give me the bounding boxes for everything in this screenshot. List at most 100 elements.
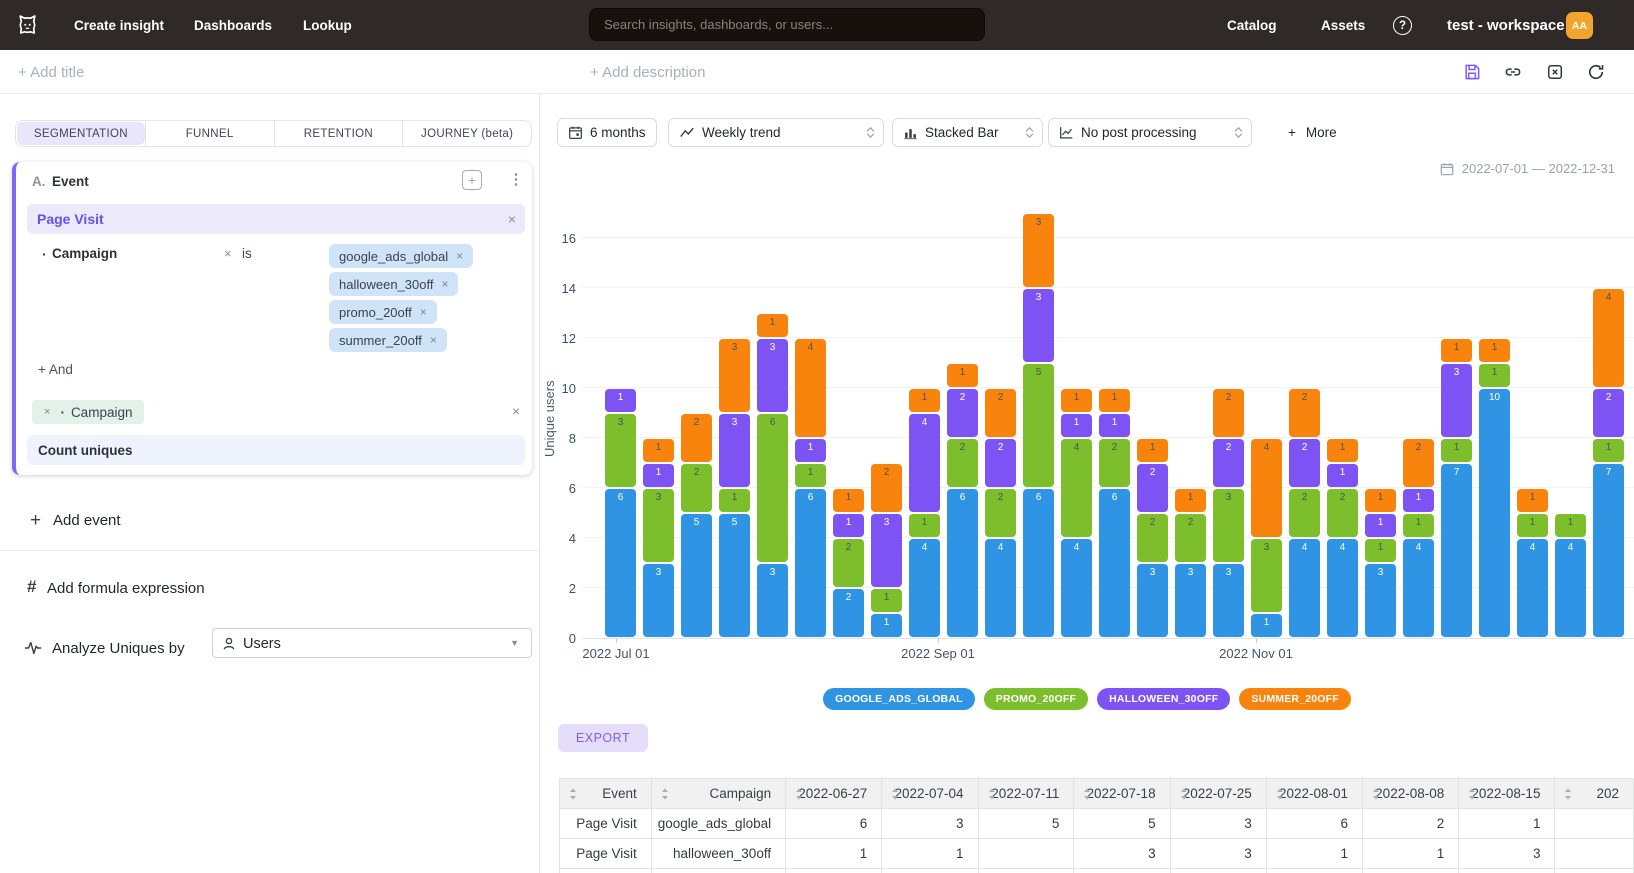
legend-pill[interactable]: SUMMER_20OFF [1239,688,1351,710]
help-icon[interactable]: ? [1393,16,1412,35]
filter-value-chip[interactable]: promo_20off× [329,300,437,324]
filter-property[interactable]: Campaign [52,246,117,261]
tab-retention[interactable]: RETENTION [275,121,404,146]
bar-segment[interactable]: 1 [719,489,750,512]
bar-segment[interactable]: 3 [1441,364,1472,437]
chip-remove-icon[interactable]: × [430,333,437,347]
close-square-icon[interactable] [1545,62,1565,82]
bar-segment[interactable]: 2 [681,414,712,462]
aggregation-selector[interactable]: Count uniques [27,435,525,465]
filter-value-chip[interactable]: google_ads_global× [329,244,473,268]
bar-segment[interactable]: 10 [1479,389,1510,637]
add-event-plus-icon[interactable]: + [30,510,41,532]
nav-assets[interactable]: Assets [1321,0,1365,50]
bar-segment[interactable]: 1 [1517,514,1548,537]
workspace-menu[interactable]: test - workspace [1447,0,1565,50]
add-formula-button[interactable]: Add formula expression [47,580,205,597]
bar-segment[interactable]: 2 [1175,514,1206,562]
bar-segment[interactable]: 1 [1251,614,1282,637]
bar-segment[interactable]: 1 [1365,539,1396,562]
bar-segment[interactable]: 1 [643,464,674,487]
bar-segment[interactable]: 4 [909,539,940,637]
bar-segment[interactable]: 1 [795,439,826,462]
chip-remove-icon[interactable]: × [441,277,448,291]
bar-segment[interactable]: 1 [1327,439,1358,462]
analyze-by-dropdown[interactable]: Users ▼ [212,628,532,658]
bar-segment[interactable]: 2 [985,489,1016,537]
add-filter-icon[interactable]: + [462,170,482,190]
bar-segment[interactable]: 1 [1441,439,1472,462]
tab-segmentation[interactable]: SEGMENTATION [17,122,145,145]
bar-segment[interactable]: 4 [1555,539,1586,637]
bar-segment[interactable]: 1 [1479,339,1510,362]
tab-journey[interactable]: JOURNEY (beta) [403,121,531,146]
bar-segment[interactable]: 1 [1403,514,1434,537]
chart-type-select[interactable]: Stacked Bar [892,118,1043,147]
bar-segment[interactable]: 5 [1023,364,1054,487]
bar-segment[interactable]: 4 [1593,289,1624,387]
add-title-field[interactable]: + Add title [18,50,84,94]
bar-segment[interactable]: 3 [719,414,750,487]
bar-segment[interactable]: 2 [1327,489,1358,537]
remove-event-icon[interactable]: × [508,211,516,227]
column-header[interactable]: Event [560,779,652,809]
bar-segment[interactable]: 2 [1213,389,1244,437]
nav-create-insight[interactable]: Create insight [74,0,164,50]
bar-segment[interactable]: 2 [1289,439,1320,487]
bar-segment[interactable]: 3 [757,339,788,412]
column-header[interactable]: 2022-06-27 [786,779,882,809]
remove-breakdown-icon[interactable]: × [44,406,50,418]
bar-segment[interactable]: 2 [947,439,978,487]
bar-segment[interactable]: 2 [947,389,978,437]
bar-segment[interactable]: 1 [757,314,788,337]
bar-segment[interactable]: 2 [985,389,1016,437]
column-header[interactable]: 2022-08-01 [1266,779,1362,809]
add-and-condition[interactable]: + And [38,362,73,377]
bar-segment[interactable]: 3 [871,514,902,587]
bar-segment[interactable]: 2 [1137,514,1168,562]
bar-segment[interactable]: 1 [1517,489,1548,512]
filter-operator[interactable]: is [242,246,252,261]
search-input[interactable] [589,8,985,41]
bar-segment[interactable]: 2 [1289,489,1320,537]
bar-segment[interactable]: 1 [909,514,940,537]
bar-segment[interactable]: 1 [1099,389,1130,412]
post-processing-select[interactable]: No post processing [1048,118,1252,147]
bar-segment[interactable]: 2 [833,589,864,637]
bar-segment[interactable]: 6 [605,489,636,637]
legend-pill[interactable]: PROMO_20OFF [984,688,1088,710]
bar-segment[interactable]: 3 [1175,564,1206,637]
bar-segment[interactable]: 2 [1289,389,1320,437]
more-options-button[interactable]: + More [1288,118,1337,147]
bar-segment[interactable]: 4 [1517,539,1548,637]
bar-segment[interactable]: 3 [605,414,636,487]
kebab-menu-icon[interactable]: ⋮ [508,170,524,190]
column-header[interactable]: 2022-07-04 [882,779,978,809]
bar-segment[interactable]: 1 [1061,414,1092,437]
bar-segment[interactable]: 1 [1061,389,1092,412]
bar-segment[interactable]: 1 [1593,439,1624,462]
bar-segment[interactable]: 4 [1061,539,1092,637]
column-header[interactable]: 2022-08-15 [1459,779,1555,809]
bar-segment[interactable]: 4 [1327,539,1358,637]
bar-segment[interactable]: 4 [795,339,826,437]
bar-segment[interactable]: 3 [719,339,750,412]
bar-segment[interactable]: 3 [643,564,674,637]
bar-segment[interactable]: 4 [909,414,940,512]
breakdown-chip[interactable]: × · Campaign [32,400,144,424]
bar-segment[interactable]: 2 [681,464,712,512]
column-header[interactable]: 2022-07-18 [1074,779,1170,809]
bar-segment[interactable]: 6 [757,414,788,562]
bar-segment[interactable]: 4 [1251,439,1282,537]
chip-remove-icon[interactable]: × [420,305,427,319]
bar-segment[interactable]: 4 [1061,439,1092,537]
bar-segment[interactable]: 3 [1213,489,1244,562]
bar-segment[interactable]: 4 [985,539,1016,637]
bar-segment[interactable]: 1 [1555,514,1586,537]
event-selector[interactable]: Page Visit × [27,204,525,234]
export-button[interactable]: EXPORT [558,724,648,752]
bar-segment[interactable]: 2 [833,539,864,587]
column-header[interactable]: 2022-08-08 [1363,779,1459,809]
bar-segment[interactable]: 7 [1593,464,1624,637]
column-header[interactable]: 202 [1555,779,1634,809]
